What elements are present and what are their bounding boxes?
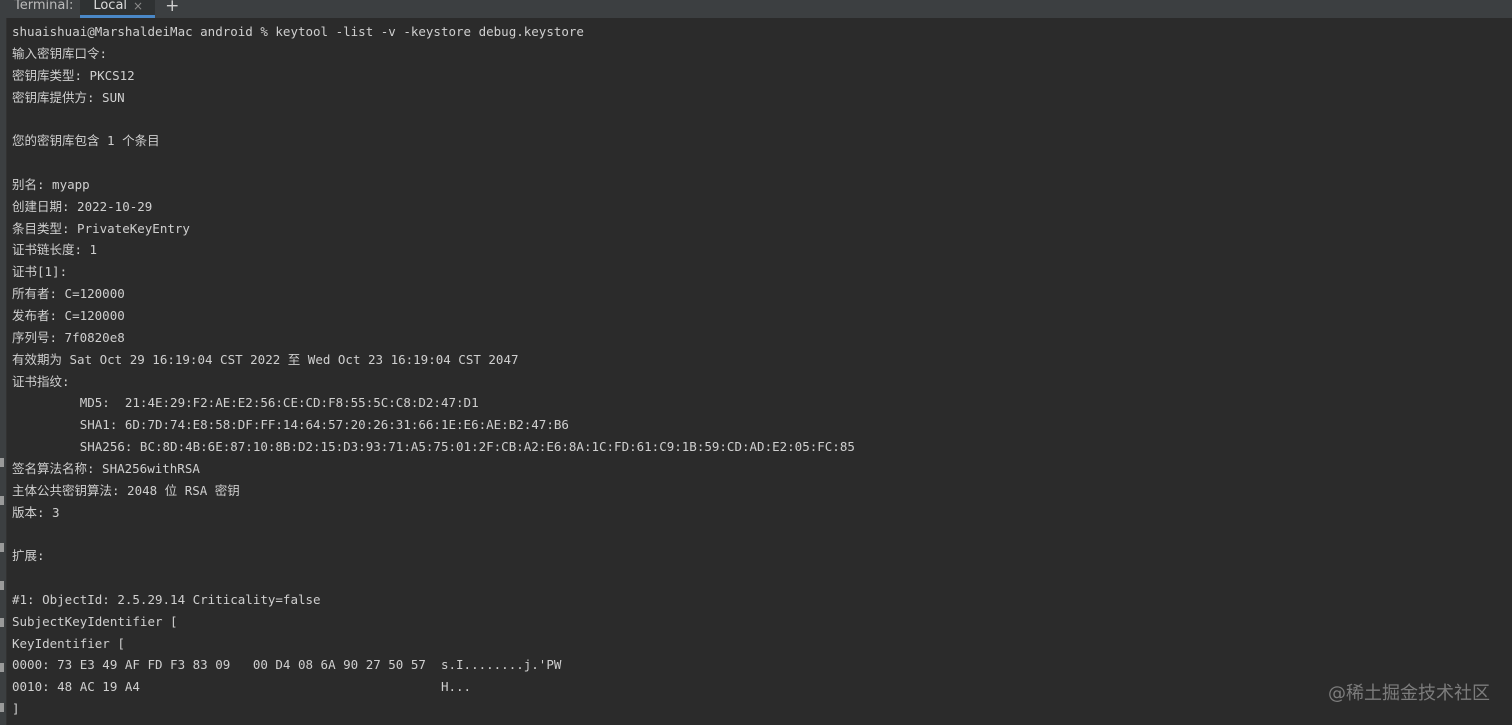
terminal-line: 证书链长度: 1 xyxy=(12,242,98,258)
terminal-line: 扩展: xyxy=(12,548,45,564)
strip-icon[interactable] xyxy=(0,458,4,467)
terminal-line: 输入密钥库口令: xyxy=(12,45,108,61)
terminal-line: 0000: 73 E3 49 AF FD F3 83 09 00 D4 08 6… xyxy=(12,657,562,673)
terminal-line: #1: ObjectId: 2.5.29.14 Criticality=fals… xyxy=(12,591,321,607)
terminal-line: 发布者: C=120000 xyxy=(12,307,125,323)
terminal-tool-title: Terminal: xyxy=(14,0,74,13)
terminal-line: 密钥库提供方: SUN xyxy=(12,89,125,105)
terminal-line: 您的密钥库包含 1 个条目 xyxy=(12,133,160,149)
watermark: @稀土掘金技术社区 xyxy=(1328,683,1490,704)
terminal-window: Terminal: Local × + shuaishuai@Marshalde… xyxy=(0,0,1512,725)
terminal-line: 签名算法名称: SHA256withRSA xyxy=(12,460,200,476)
terminal-line: shuaishuai@MarshaldeiMac android % keyto… xyxy=(12,24,584,39)
terminal-line: KeyIdentifier [ xyxy=(12,635,125,651)
strip-icon[interactable] xyxy=(0,543,4,552)
terminal-output[interactable]: shuaishuai@MarshaldeiMac android % keyto… xyxy=(12,21,1492,720)
terminal-line: 主体公共密钥算法: 2048 位 RSA 密钥 xyxy=(12,482,240,498)
terminal-line: 证书指纹: xyxy=(12,373,70,389)
strip-icon[interactable] xyxy=(0,496,4,505)
tab-local[interactable]: Local × xyxy=(80,0,156,18)
terminal-line: 条目类型: PrivateKeyEntry xyxy=(12,220,190,236)
terminal-line: MD5: 21:4E:29:F2:AE:E2:56:CE:CD:F8:55:5C… xyxy=(12,395,479,411)
terminal-line: 0010: 48 AC 19 A4 H... xyxy=(12,679,472,695)
strip-icon[interactable] xyxy=(0,618,4,627)
terminal-line: 证书[1]: xyxy=(12,264,68,280)
strip-icon[interactable] xyxy=(0,663,4,672)
add-tab-icon[interactable]: + xyxy=(155,0,179,18)
terminal-line: 密钥库类型: PKCS12 xyxy=(12,67,135,83)
terminal-line: ] xyxy=(12,701,20,717)
terminal-line: SHA1: 6D:7D:74:E8:58:DF:FF:14:64:57:20:2… xyxy=(12,417,569,433)
terminal-line: 创建日期: 2022-10-29 xyxy=(12,198,153,214)
terminal-line: 有效期为 Sat Oct 29 16:19:04 CST 2022 至 Wed … xyxy=(12,351,519,367)
close-icon[interactable]: × xyxy=(133,0,143,12)
strip-icon[interactable] xyxy=(0,703,4,712)
terminal-tab-bar: Terminal: Local × + xyxy=(0,0,1512,18)
terminal-line: SHA256: BC:8D:4B:6E:87:10:8B:D2:15:D3:93… xyxy=(12,439,855,455)
tool-window-strip xyxy=(0,18,7,725)
terminal-line: 版本: 3 xyxy=(12,504,60,520)
strip-icon[interactable] xyxy=(0,581,4,590)
terminal-line: SubjectKeyIdentifier [ xyxy=(12,613,178,629)
terminal-line: 别名: myapp xyxy=(12,176,90,192)
terminal-line: 所有者: C=120000 xyxy=(12,286,125,302)
terminal-line: 序列号: 7f0820e8 xyxy=(12,329,125,345)
tab-local-label: Local xyxy=(93,0,128,13)
